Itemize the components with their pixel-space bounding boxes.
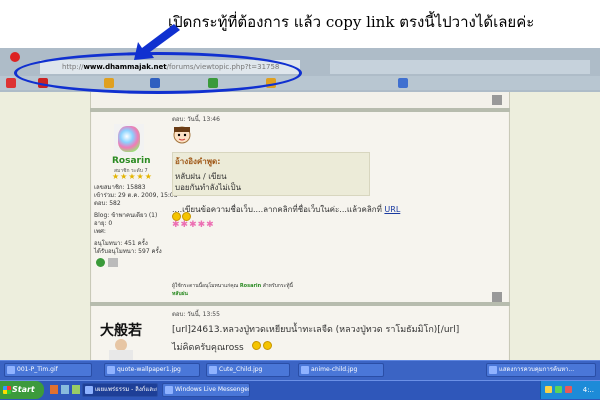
- left-margin: [0, 92, 90, 360]
- user-info: เลขสมาชิก: 15883 เข้าร่วม: 29 ต.ค. 2009,…: [94, 184, 178, 208]
- quote-line: บอยกันทำลังไม่เป็น: [175, 183, 242, 192]
- user-gender: เพศ:: [94, 228, 106, 235]
- thanks-user[interactable]: Rosarin: [240, 283, 261, 289]
- profile-icon[interactable]: [96, 258, 105, 267]
- post-time: ตอบ: วันนี้, 13:46: [172, 116, 220, 123]
- red-round-icon[interactable]: [6, 78, 16, 88]
- folder-icon[interactable]: [61, 385, 69, 394]
- url-domain: www.dhammajak.net: [83, 63, 167, 71]
- post-body: ....เขียนข้อความชื่อเว็บ....ลากคลิกที่ชื…: [172, 203, 400, 216]
- back-to-top-icon[interactable]: [492, 95, 502, 105]
- star-icon[interactable]: [104, 78, 114, 88]
- user-info-line: เข้าร่วม: 29 ต.ค. 2009, 15:08: [94, 192, 178, 199]
- thanks-user-name[interactable]: หลับฝน: [172, 291, 188, 297]
- user-info-line: เลขสมาชิก: 15883: [94, 184, 146, 191]
- url-link[interactable]: URL: [384, 205, 400, 214]
- back-to-top-icon[interactable]: [492, 292, 502, 302]
- user-age: อายุ: 0: [94, 220, 113, 227]
- firefox-icon[interactable]: [50, 385, 58, 394]
- emoji-icon: [173, 126, 191, 144]
- start-button[interactable]: Start: [0, 381, 44, 399]
- post-body: [url]24613.หลวงปู่ทวดเหยียบน้ำทะเลจืด (ห…: [172, 325, 460, 335]
- merit-received: ได้รับอนุโมทนา: 597 ครั้ง: [94, 248, 162, 255]
- search-bar[interactable]: [330, 60, 590, 74]
- tray-icon[interactable]: [555, 386, 562, 393]
- thanks-prefix: ผู้ใช้กระดานนี้อนุโมทนาแก่คุณ: [172, 283, 239, 289]
- thanks-line: ผู้ใช้กระดานนี้อนุโมทนาแก่คุณ Rosarin สำ…: [172, 282, 293, 290]
- window-icon[interactable]: [150, 78, 160, 88]
- avatar-image: [118, 126, 140, 152]
- messenger-icon[interactable]: [72, 385, 80, 394]
- taskbar-item[interactable]: anime-child.jpg: [298, 363, 384, 377]
- smile-icon: [263, 341, 272, 350]
- avatar-kanji: 大般若: [100, 323, 142, 339]
- post-body: ไม่คิดครับคุณross: [172, 343, 244, 353]
- address-bar[interactable]: http://www.dhammajak.net/forums/viewtopi…: [40, 60, 300, 74]
- bookmark-icon[interactable]: [398, 78, 408, 88]
- url-prefix: http://: [62, 63, 84, 71]
- close-icon[interactable]: [10, 52, 20, 62]
- post-username[interactable]: Rosarin: [112, 156, 150, 166]
- globe-icon[interactable]: [208, 78, 218, 88]
- screenshot: http://www.dhammajak.net/forums/viewtopi…: [0, 0, 600, 400]
- right-margin: [510, 92, 600, 360]
- smile-icon: [252, 341, 261, 350]
- taskbar-item[interactable]: Windows Live Messenger: [162, 383, 250, 397]
- clock[interactable]: 4:..: [583, 386, 594, 394]
- tray-icon[interactable]: [545, 386, 552, 393]
- rank-stars: ★★★★★: [112, 172, 153, 181]
- bookmarks-bar: [0, 76, 600, 90]
- post-body-text: ....เขียนข้อความชื่อเว็บ....ลากคลิกที่ชื…: [172, 205, 382, 214]
- taskbar-item-active[interactable]: เผยแพร่ธรรม - ลิงก์และเว็บไ...: [82, 383, 158, 397]
- user-extra: Blog: ข้าพาคนเดียว (1) อายุ: 0 เพศ:: [94, 212, 157, 236]
- url-path: /forums/viewtopic.php?t=31758: [166, 63, 280, 71]
- post-time: ตอบ: วันนี้, 13:55: [172, 311, 220, 318]
- quote-title: อ้างอิงคำพูด:: [175, 157, 221, 166]
- star-icon[interactable]: [266, 78, 276, 88]
- tray-icon[interactable]: [565, 386, 572, 393]
- thanks-users: หลับฝน: [172, 290, 188, 298]
- message-icon[interactable]: [108, 258, 118, 267]
- taskbar-item[interactable]: 001-P_Tim.gif: [4, 363, 92, 377]
- merit-given: อนุโมทนา: 451 ครั้ง: [94, 240, 148, 247]
- taskbar-item[interactable]: quote-wallpaper1.jpg: [104, 363, 200, 377]
- user-info-line: ตอบ: 582: [94, 200, 121, 207]
- taskbar-item[interactable]: แสดงการควบคุมการค้นหา...: [486, 363, 596, 377]
- arrow-icon: [134, 24, 180, 60]
- avatar-image: [109, 339, 133, 360]
- thanks-suffix: สำหรับกระทู้นี้: [262, 283, 293, 289]
- user-blog[interactable]: Blog: ข้าพาคนเดียว (1): [94, 212, 157, 220]
- youtube-icon[interactable]: [38, 78, 48, 88]
- pink-stars: ✱✱✱✱✱: [172, 220, 215, 230]
- user-merit: อนุโมทนา: 451 ครั้ง ได้รับอนุโมทนา: 597 …: [94, 240, 162, 256]
- taskbar-item[interactable]: Cute_Child.jpg: [206, 363, 290, 377]
- annotation-text: เปิดกระทู้ที่ต้องการ แล้ว copy link ตรงน…: [168, 13, 535, 31]
